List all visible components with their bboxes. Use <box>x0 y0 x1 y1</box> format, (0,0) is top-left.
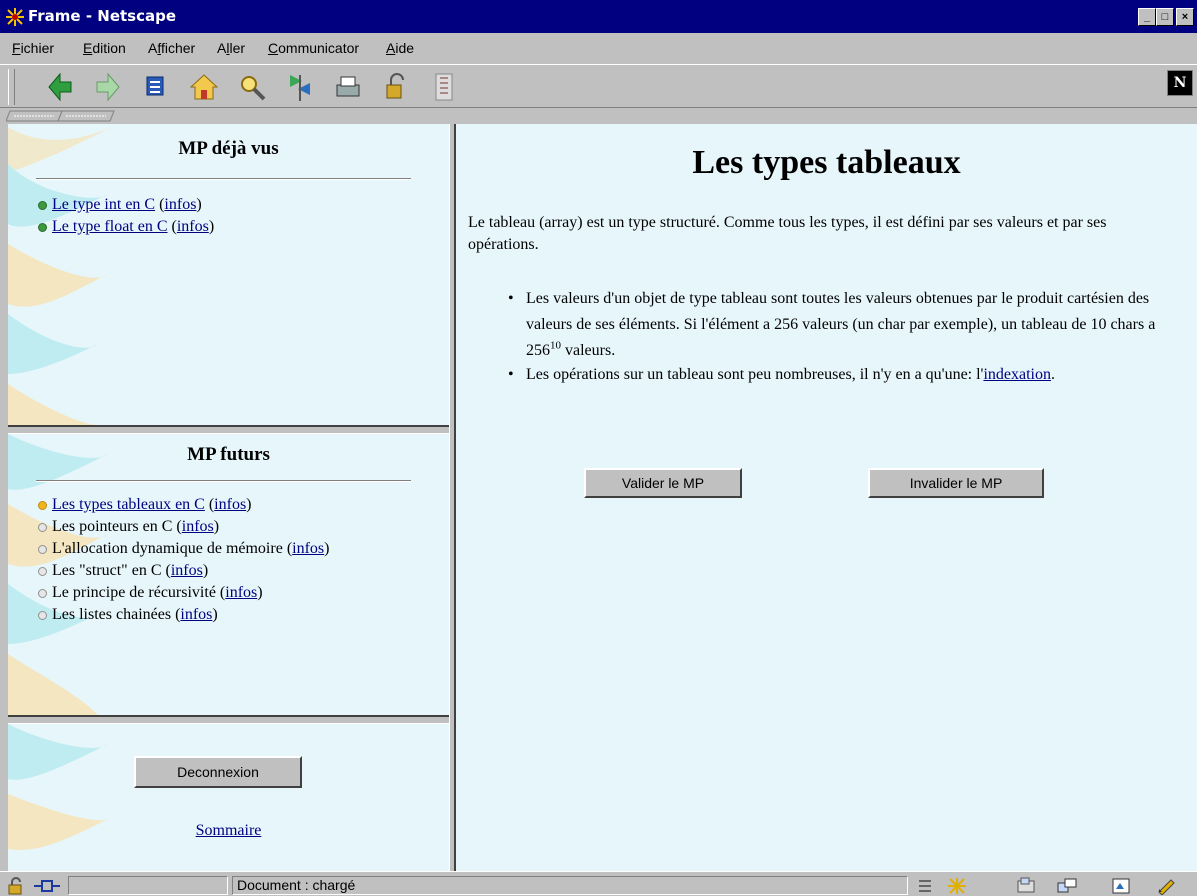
collapse-tabs-icon[interactable] <box>6 110 116 122</box>
mail-icon[interactable] <box>1016 877 1038 895</box>
seen-mp-frame: MP déjà vus Le type int en C (infos) Le … <box>8 124 449 425</box>
search-icon[interactable] <box>234 69 270 105</box>
mp-title: Les listes chainées <box>52 606 172 623</box>
print-icon[interactable] <box>330 69 366 105</box>
infos-link[interactable]: infos <box>292 540 324 557</box>
infos-link[interactable]: infos <box>180 606 212 623</box>
status-green-icon <box>38 201 47 210</box>
menu-afficher[interactable]: Afficher <box>148 40 195 56</box>
forward-icon[interactable] <box>90 69 126 105</box>
infos-link[interactable]: infos <box>177 218 209 235</box>
bullet-list: Les valeurs d'un objet de type tableau s… <box>504 286 1184 386</box>
menu-aller[interactable]: Aller <box>217 40 245 56</box>
decorative-swirl <box>8 124 118 425</box>
infos-link[interactable]: infos <box>164 196 196 213</box>
reload-icon[interactable] <box>138 69 174 105</box>
exponent: 10 <box>550 339 561 352</box>
security-icon[interactable] <box>378 69 414 105</box>
navigation-toolbar: N <box>0 64 1197 108</box>
mp-title: Les "struct" en C <box>52 562 162 579</box>
validate-button[interactable]: Valider le MP <box>584 468 742 498</box>
menu-aide[interactable]: Aide <box>386 40 414 56</box>
summary-link[interactable]: Sommaire <box>8 822 449 840</box>
menu-communicator[interactable]: Communicator <box>268 40 359 56</box>
status-gray-icon <box>38 567 47 576</box>
page-title: Les types tableaux <box>692 144 961 181</box>
composer-icon[interactable] <box>1110 877 1132 895</box>
infos-link[interactable]: infos <box>171 562 203 579</box>
list-item: Les pointeurs en C (infos) <box>36 516 329 538</box>
seen-divider <box>36 178 411 180</box>
status-yellow-icon <box>38 501 47 510</box>
discussions-icon[interactable] <box>1056 877 1078 895</box>
frame-vertical-divider[interactable] <box>449 124 456 871</box>
mp-link[interactable]: Les types tableaux en C <box>52 496 205 513</box>
infos-link[interactable]: infos <box>214 496 246 513</box>
list-item: L'allocation dynamique de mémoire (infos… <box>36 538 329 560</box>
status-gray-icon <box>38 545 47 554</box>
component-bar-icon[interactable] <box>915 877 937 895</box>
status-text: Document : chargé <box>232 876 908 895</box>
indexation-link[interactable]: indexation <box>983 366 1051 383</box>
guide-icon[interactable] <box>282 69 318 105</box>
bottom-frame: Deconnexion Sommaire <box>8 724 449 871</box>
netscape-app-icon <box>6 8 24 26</box>
home-icon[interactable] <box>186 69 222 105</box>
list-item: Le type int en C (infos) <box>36 194 214 216</box>
title-bar: Frame - Netscape _ □ × <box>0 0 1197 33</box>
future-mp-frame: MP futurs Les types tableaux en C (infos… <box>8 434 449 715</box>
maximize-button[interactable]: □ <box>1156 8 1174 26</box>
status-gray-icon <box>38 523 47 532</box>
mp-link[interactable]: Le type float en C <box>52 218 168 235</box>
minimize-button[interactable]: _ <box>1138 8 1156 26</box>
close-button[interactable]: × <box>1176 8 1194 26</box>
mp-title: Les pointeurs en C <box>52 518 173 535</box>
menu-bar: Fichier Edition Afficher Aller Communica… <box>0 33 1197 61</box>
infos-link[interactable]: infos <box>225 584 257 601</box>
status-gray-icon <box>38 589 47 598</box>
list-item: Les "struct" en C (infos) <box>36 560 329 582</box>
seen-heading: MP déjà vus <box>178 138 279 159</box>
connection-icon <box>34 880 60 892</box>
stop-icon[interactable] <box>426 69 462 105</box>
security-lock-icon[interactable] <box>6 877 28 895</box>
main-content-frame: Les types tableaux Le tableau (array) es… <box>456 124 1197 871</box>
future-heading: MP futurs <box>187 444 270 465</box>
list-item: Les types tableaux en C (infos) <box>36 494 329 516</box>
list-item: Les opérations sur un tableau sont peu n… <box>504 364 1184 386</box>
list-item: Le type float en C (infos) <box>36 216 214 238</box>
progress-bar <box>68 876 228 895</box>
status-gray-icon <box>38 611 47 620</box>
frame-resize-handle[interactable] <box>8 715 449 724</box>
logout-button[interactable]: Deconnexion <box>134 756 302 788</box>
toolbar-grip[interactable] <box>8 69 15 105</box>
window-title: Frame - Netscape <box>28 7 177 25</box>
navigator-icon[interactable] <box>946 877 968 895</box>
list-item: Les valeurs d'un objet de type tableau s… <box>504 286 1184 364</box>
intro-paragraph: Le tableau (array) est un type structuré… <box>468 214 1107 253</box>
status-bar: Document : chargé <box>0 871 1197 896</box>
menu-edition[interactable]: Edition <box>83 40 126 56</box>
menu-fichier[interactable]: Fichier <box>12 40 54 56</box>
toolbar-tabs[interactable] <box>0 108 1197 124</box>
list-item: Le principe de récursivité (infos) <box>36 582 329 604</box>
list-item: Les listes chainées (infos) <box>36 604 329 626</box>
future-divider <box>36 480 411 482</box>
status-green-icon <box>38 223 47 232</box>
decorative-swirl <box>8 724 108 850</box>
future-list: Les types tableaux en C (infos) Les poin… <box>36 494 329 626</box>
mp-link[interactable]: Le type int en C <box>52 196 155 213</box>
invalidate-button[interactable]: Invalider le MP <box>868 468 1044 498</box>
mp-title: L'allocation dynamique de mémoire <box>52 540 283 557</box>
seen-list: Le type int en C (infos) Le type float e… <box>36 194 214 238</box>
frame-resize-handle[interactable] <box>8 425 449 434</box>
infos-link[interactable]: infos <box>182 518 214 535</box>
pen-icon[interactable] <box>1156 877 1178 895</box>
back-icon[interactable] <box>42 69 78 105</box>
mp-title: Le principe de récursivité <box>52 584 216 601</box>
netscape-logo[interactable]: N <box>1167 70 1193 96</box>
